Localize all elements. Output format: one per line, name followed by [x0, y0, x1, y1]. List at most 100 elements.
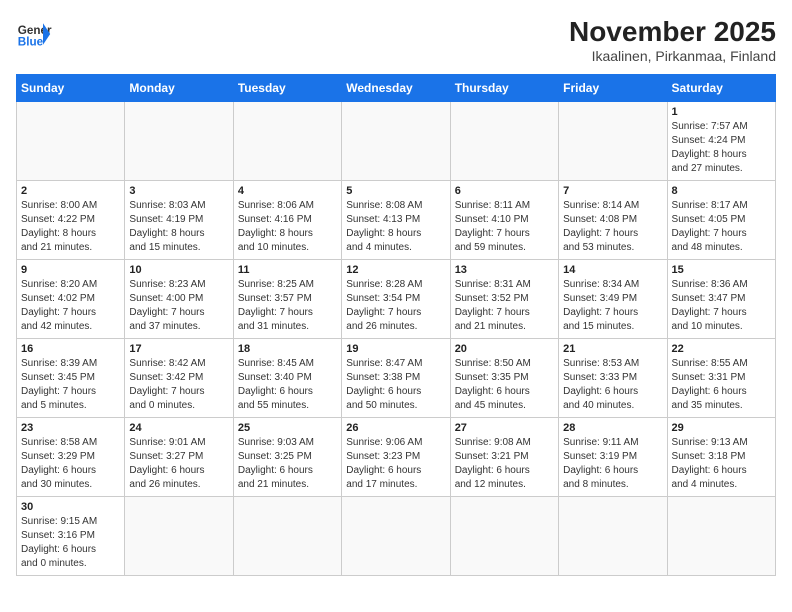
day-number: 6: [455, 185, 554, 197]
calendar-body: 1Sunrise: 7:57 AM Sunset: 4:24 PM Daylig…: [17, 102, 776, 576]
calendar-cell: 20 Sunrise: 8:50 AM Sunset: 3:35 PM Dayli…: [450, 339, 558, 418]
logo: General Blue: [16, 16, 52, 52]
title-block: November 2025 Ikaalinen, Pirkanmaa, Finl…: [569, 16, 776, 64]
day-info: Sunrise: 8:50 AM Sunset: 3:35 PM Dayligh…: [455, 357, 554, 413]
day-number: 20: [455, 343, 554, 355]
calendar-cell: 11 Sunrise: 8:25 AM Sunset: 3:57 PM Dayli…: [233, 260, 341, 339]
calendar-cell: [450, 102, 558, 181]
day-info: Sunrise: 8:17 AM Sunset: 4:05 PM Dayligh…: [672, 199, 771, 255]
calendar-cell: [233, 102, 341, 181]
day-number: 1: [672, 106, 771, 118]
weekday-header-friday: Friday: [559, 75, 667, 102]
calendar-cell: 15 Sunrise: 8:36 AM Sunset: 3:47 PM Dayli…: [667, 260, 775, 339]
calendar-cell: 9Sunrise: 8:20 AM Sunset: 4:02 PM Daylig…: [17, 260, 125, 339]
calendar-cell: 6 Sunrise: 8:11 AM Sunset: 4:10 PM Daylig…: [450, 181, 558, 260]
day-info: Sunrise: 9:11 AM Sunset: 3:19 PM Dayligh…: [563, 436, 662, 492]
week-row-1: 1Sunrise: 7:57 AM Sunset: 4:24 PM Daylig…: [17, 102, 776, 181]
day-info: Sunrise: 8:25 AM Sunset: 3:57 PM Dayligh…: [238, 278, 337, 334]
calendar-cell: [667, 497, 775, 576]
day-info: Sunrise: 8:58 AM Sunset: 3:29 PM Dayligh…: [21, 436, 120, 492]
calendar-header: SundayMondayTuesdayWednesdayThursdayFrid…: [17, 75, 776, 102]
calendar-cell: [559, 497, 667, 576]
calendar-cell: [233, 497, 341, 576]
calendar-cell: 24Sunrise: 9:01 AM Sunset: 3:27 PM Dayli…: [125, 418, 233, 497]
day-info: Sunrise: 9:13 AM Sunset: 3:18 PM Dayligh…: [672, 436, 771, 492]
calendar-cell: [450, 497, 558, 576]
calendar-cell: [17, 102, 125, 181]
weekday-header-wednesday: Wednesday: [342, 75, 450, 102]
day-info: Sunrise: 9:01 AM Sunset: 3:27 PM Dayligh…: [129, 436, 228, 492]
day-number: 30: [21, 501, 120, 513]
calendar-cell: 19Sunrise: 8:47 AM Sunset: 3:38 PM Dayli…: [342, 339, 450, 418]
day-info: Sunrise: 8:00 AM Sunset: 4:22 PM Dayligh…: [21, 199, 120, 255]
day-number: 21: [563, 343, 662, 355]
day-number: 18: [238, 343, 337, 355]
day-info: Sunrise: 8:55 AM Sunset: 3:31 PM Dayligh…: [672, 357, 771, 413]
calendar-cell: 17 Sunrise: 8:42 AM Sunset: 3:42 PM Dayli…: [125, 339, 233, 418]
day-info: Sunrise: 8:23 AM Sunset: 4:00 PM Dayligh…: [129, 278, 228, 334]
day-info: Sunrise: 8:06 AM Sunset: 4:16 PM Dayligh…: [238, 199, 337, 255]
calendar-cell: 10 Sunrise: 8:23 AM Sunset: 4:00 PM Dayli…: [125, 260, 233, 339]
calendar-cell: [125, 102, 233, 181]
day-number: 12: [346, 264, 445, 276]
day-info: Sunrise: 8:11 AM Sunset: 4:10 PM Dayligh…: [455, 199, 554, 255]
calendar-cell: 23Sunrise: 8:58 AM Sunset: 3:29 PM Dayli…: [17, 418, 125, 497]
calendar-cell: 12Sunrise: 8:28 AM Sunset: 3:54 PM Dayli…: [342, 260, 450, 339]
calendar-cell: [342, 497, 450, 576]
location-subtitle: Ikaalinen, Pirkanmaa, Finland: [569, 48, 776, 64]
calendar-cell: 22Sunrise: 8:55 AM Sunset: 3:31 PM Dayli…: [667, 339, 775, 418]
day-info: Sunrise: 9:03 AM Sunset: 3:25 PM Dayligh…: [238, 436, 337, 492]
weekday-header-saturday: Saturday: [667, 75, 775, 102]
day-number: 15: [672, 264, 771, 276]
week-row-5: 23Sunrise: 8:58 AM Sunset: 3:29 PM Dayli…: [17, 418, 776, 497]
day-number: 26: [346, 422, 445, 434]
weekday-row: SundayMondayTuesdayWednesdayThursdayFrid…: [17, 75, 776, 102]
calendar-cell: 4 Sunrise: 8:06 AM Sunset: 4:16 PM Daylig…: [233, 181, 341, 260]
day-info: Sunrise: 8:20 AM Sunset: 4:02 PM Dayligh…: [21, 278, 120, 334]
calendar-cell: 30 Sunrise: 9:15 AM Sunset: 3:16 PM Dayli…: [17, 497, 125, 576]
day-number: 11: [238, 264, 337, 276]
day-number: 10: [129, 264, 228, 276]
calendar-cell: 25Sunrise: 9:03 AM Sunset: 3:25 PM Dayli…: [233, 418, 341, 497]
day-info: Sunrise: 9:06 AM Sunset: 3:23 PM Dayligh…: [346, 436, 445, 492]
day-info: Sunrise: 8:31 AM Sunset: 3:52 PM Dayligh…: [455, 278, 554, 334]
calendar-cell: 5 Sunrise: 8:08 AM Sunset: 4:13 PM Daylig…: [342, 181, 450, 260]
day-number: 13: [455, 264, 554, 276]
day-number: 16: [21, 343, 120, 355]
calendar-cell: 16Sunrise: 8:39 AM Sunset: 3:45 PM Dayli…: [17, 339, 125, 418]
day-info: Sunrise: 9:15 AM Sunset: 3:16 PM Dayligh…: [21, 515, 120, 571]
day-number: 4: [238, 185, 337, 197]
calendar-cell: 3 Sunrise: 8:03 AM Sunset: 4:19 PM Daylig…: [125, 181, 233, 260]
day-number: 3: [129, 185, 228, 197]
calendar-cell: 26 Sunrise: 9:06 AM Sunset: 3:23 PM Dayli…: [342, 418, 450, 497]
day-number: 2: [21, 185, 120, 197]
calendar-cell: 13 Sunrise: 8:31 AM Sunset: 3:52 PM Dayli…: [450, 260, 558, 339]
calendar-cell: [559, 102, 667, 181]
calendar-cell: 2 Sunrise: 8:00 AM Sunset: 4:22 PM Daylig…: [17, 181, 125, 260]
day-info: Sunrise: 8:42 AM Sunset: 3:42 PM Dayligh…: [129, 357, 228, 413]
calendar-cell: 29Sunrise: 9:13 AM Sunset: 3:18 PM Dayli…: [667, 418, 775, 497]
calendar-cell: 7Sunrise: 8:14 AM Sunset: 4:08 PM Daylig…: [559, 181, 667, 260]
day-number: 5: [346, 185, 445, 197]
calendar-cell: 27Sunrise: 9:08 AM Sunset: 3:21 PM Dayli…: [450, 418, 558, 497]
weekday-header-thursday: Thursday: [450, 75, 558, 102]
day-number: 7: [563, 185, 662, 197]
week-row-6: 30 Sunrise: 9:15 AM Sunset: 3:16 PM Dayli…: [17, 497, 776, 576]
week-row-2: 2 Sunrise: 8:00 AM Sunset: 4:22 PM Daylig…: [17, 181, 776, 260]
week-row-3: 9Sunrise: 8:20 AM Sunset: 4:02 PM Daylig…: [17, 260, 776, 339]
calendar-table: SundayMondayTuesdayWednesdayThursdayFrid…: [16, 74, 776, 576]
calendar-cell: 21Sunrise: 8:53 AM Sunset: 3:33 PM Dayli…: [559, 339, 667, 418]
calendar-cell: 28 Sunrise: 9:11 AM Sunset: 3:19 PM Dayli…: [559, 418, 667, 497]
day-info: Sunrise: 8:36 AM Sunset: 3:47 PM Dayligh…: [672, 278, 771, 334]
day-number: 8: [672, 185, 771, 197]
calendar-cell: 18Sunrise: 8:45 AM Sunset: 3:40 PM Dayli…: [233, 339, 341, 418]
calendar-cell: 14Sunrise: 8:34 AM Sunset: 3:49 PM Dayli…: [559, 260, 667, 339]
day-info: Sunrise: 8:03 AM Sunset: 4:19 PM Dayligh…: [129, 199, 228, 255]
day-number: 17: [129, 343, 228, 355]
day-number: 19: [346, 343, 445, 355]
day-number: 28: [563, 422, 662, 434]
day-info: Sunrise: 8:08 AM Sunset: 4:13 PM Dayligh…: [346, 199, 445, 255]
day-info: Sunrise: 8:34 AM Sunset: 3:49 PM Dayligh…: [563, 278, 662, 334]
logo-icon: General Blue: [16, 16, 52, 52]
weekday-header-sunday: Sunday: [17, 75, 125, 102]
